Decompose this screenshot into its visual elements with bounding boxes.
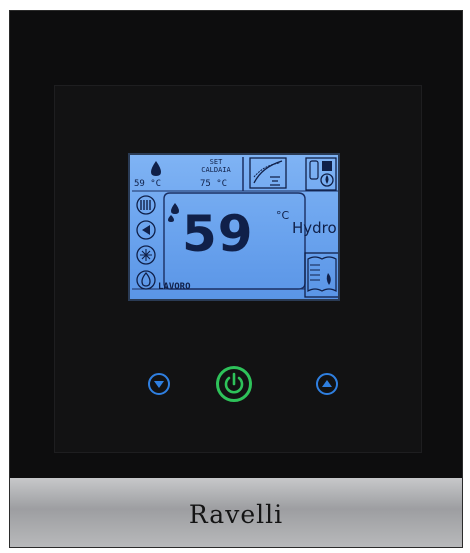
main-temperature: 59 bbox=[182, 205, 254, 263]
flame-icon bbox=[136, 270, 156, 290]
power-button[interactable] bbox=[216, 366, 252, 402]
set-temperature: 75 °C bbox=[200, 179, 228, 189]
manual-book-icon bbox=[304, 252, 338, 298]
status-label: LAVORO bbox=[158, 282, 191, 292]
up-button[interactable] bbox=[316, 373, 338, 395]
water-drops-icon bbox=[168, 203, 179, 222]
lcd-display: 59 °C SET CALDAIA 75 °C 59 °C Hydro LAVO… bbox=[128, 153, 340, 301]
set-label-line1: SET bbox=[209, 158, 223, 166]
mode-label: Hydro bbox=[292, 219, 337, 237]
power-icon bbox=[224, 372, 244, 394]
radiator-icon bbox=[136, 195, 156, 215]
down-button[interactable] bbox=[148, 373, 170, 395]
snowflake-icon bbox=[136, 245, 156, 265]
set-label: SET CALDAIA bbox=[196, 158, 236, 174]
speaker-icon bbox=[136, 220, 156, 240]
brand-logo: Ravelli bbox=[188, 500, 284, 529]
main-temperature-unit: °C bbox=[276, 209, 290, 222]
set-label-line2: CALDAIA bbox=[201, 166, 231, 174]
heating-curve-icon bbox=[249, 157, 287, 189]
down-arrow-icon bbox=[154, 381, 164, 388]
up-arrow-icon bbox=[322, 380, 332, 387]
thermostat-flame-icon bbox=[305, 157, 337, 191]
water-temperature: 59 °C bbox=[134, 179, 162, 189]
water-drop-icon bbox=[151, 161, 161, 176]
brand-strip: Ravelli bbox=[10, 478, 462, 547]
